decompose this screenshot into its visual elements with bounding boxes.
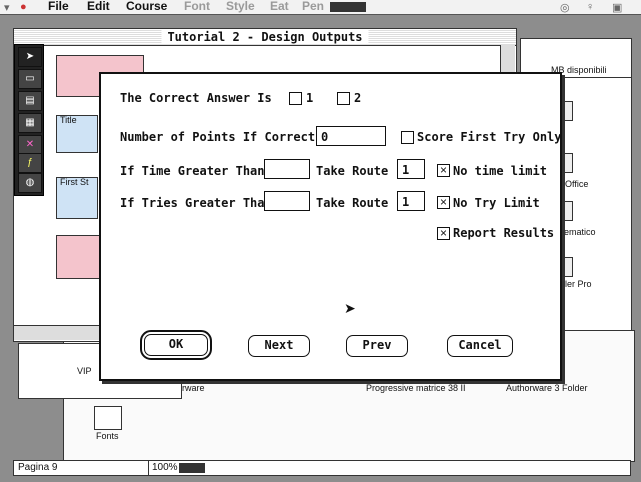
menu-bar: ▾ ● File Edit Course Font Style Eat Pen …: [0, 0, 641, 15]
menu-style[interactable]: Style: [226, 0, 255, 13]
application-menu-icon[interactable]: ▣: [612, 1, 622, 14]
menu-pen[interactable]: Pen: [302, 0, 324, 13]
answer-2-label: 2: [354, 91, 362, 105]
report-results-label: Report Results: [453, 226, 555, 240]
answer-1-label: 1: [306, 91, 314, 105]
tries-input[interactable]: [264, 191, 310, 211]
next-button[interactable]: Next: [248, 335, 310, 357]
answer-2-checkbox[interactable]: [337, 92, 350, 105]
no-try-limit-checkbox[interactable]: ×: [437, 196, 450, 209]
interaction-tool-icon[interactable]: ✕: [18, 135, 42, 155]
apple-icon[interactable]: ●: [20, 1, 27, 13]
erase-tool-icon[interactable]: ▦: [18, 113, 42, 133]
no-time-limit-label: No time limit: [453, 164, 547, 178]
fonts-folder-label[interactable]: Fonts: [96, 431, 119, 441]
animation-tool-icon[interactable]: ▤: [18, 91, 42, 111]
tool-palette: ➤ ▭ ▤ ▦ ✕ ƒ ◍: [14, 44, 44, 196]
no-time-limit-checkbox[interactable]: ×: [437, 164, 450, 177]
points-label: Number of Points If Correct: [120, 130, 316, 144]
score-first-try-label: Score First Try Only: [417, 130, 562, 144]
finder-item-office[interactable]: Office: [565, 179, 588, 189]
page-indicator: Pagina 9: [18, 462, 58, 473]
help-icon[interactable]: ◎: [560, 1, 570, 14]
arrow-tool-icon[interactable]: ➤: [18, 47, 42, 67]
flow-icon-first-step-label: First St: [60, 177, 89, 187]
fonts-folder-icon[interactable]: [94, 406, 122, 430]
cancel-button[interactable]: Cancel: [447, 335, 513, 357]
time-input[interactable]: [264, 159, 310, 179]
menu-edit[interactable]: Edit: [87, 0, 110, 13]
score-first-try-checkbox[interactable]: [401, 131, 414, 144]
ok-button[interactable]: OK: [140, 330, 212, 360]
mouse-cursor-icon: ➤: [344, 300, 356, 316]
report-results-checkbox[interactable]: ×: [437, 227, 450, 240]
status-bar: Pagina 9 100%: [13, 460, 631, 476]
authorware-folder-label[interactable]: Authorware 3 Folder: [506, 383, 588, 393]
back-label-progressive: Progressive matrice 38 II: [366, 383, 466, 393]
tries-label: If Tries Greater Than: [120, 196, 272, 210]
map-tool-icon[interactable]: ◍: [18, 173, 42, 193]
correct-answer-label: The Correct Answer Is: [120, 91, 272, 105]
menu-file[interactable]: File: [48, 0, 69, 13]
time-take-route-label: Take Route: [316, 164, 389, 178]
menu-eat[interactable]: Eat: [270, 0, 289, 13]
points-input[interactable]: 0: [316, 126, 386, 146]
menu-extras-icon[interactable]: [330, 2, 366, 12]
design-window-titlebar[interactable]: Tutorial 2 - Design Outputs: [14, 29, 516, 46]
calculation-tool-icon[interactable]: ƒ: [18, 153, 42, 173]
tries-take-route-label: Take Route: [316, 196, 389, 210]
response-options-dialog: The Correct Answer Is 1 2 Number of Poin…: [99, 72, 562, 381]
tries-route-input[interactable]: 1: [397, 191, 425, 211]
answer-1-checkbox[interactable]: [289, 92, 302, 105]
no-try-limit-label: No Try Limit: [453, 196, 540, 210]
design-window-title: Tutorial 2 - Design Outputs: [161, 30, 369, 44]
time-route-input[interactable]: 1: [397, 159, 425, 179]
apple-menu-icon[interactable]: ▾: [4, 1, 10, 14]
vip-label: VIP: [77, 366, 92, 376]
display-tool-icon[interactable]: ▭: [18, 69, 42, 89]
zoom-control-icon[interactable]: [179, 463, 205, 473]
flow-icon-title-label: Title: [60, 115, 77, 125]
time-label: If Time Greater Than: [120, 164, 265, 178]
menu-course[interactable]: Course: [126, 0, 167, 13]
zoom-level[interactable]: 100%: [152, 462, 178, 473]
prev-button[interactable]: Prev: [346, 335, 408, 357]
menu-font[interactable]: Font: [184, 0, 210, 13]
finder-item-elematico[interactable]: elematico: [557, 227, 596, 237]
balloon-icon[interactable]: ♀: [586, 1, 594, 13]
